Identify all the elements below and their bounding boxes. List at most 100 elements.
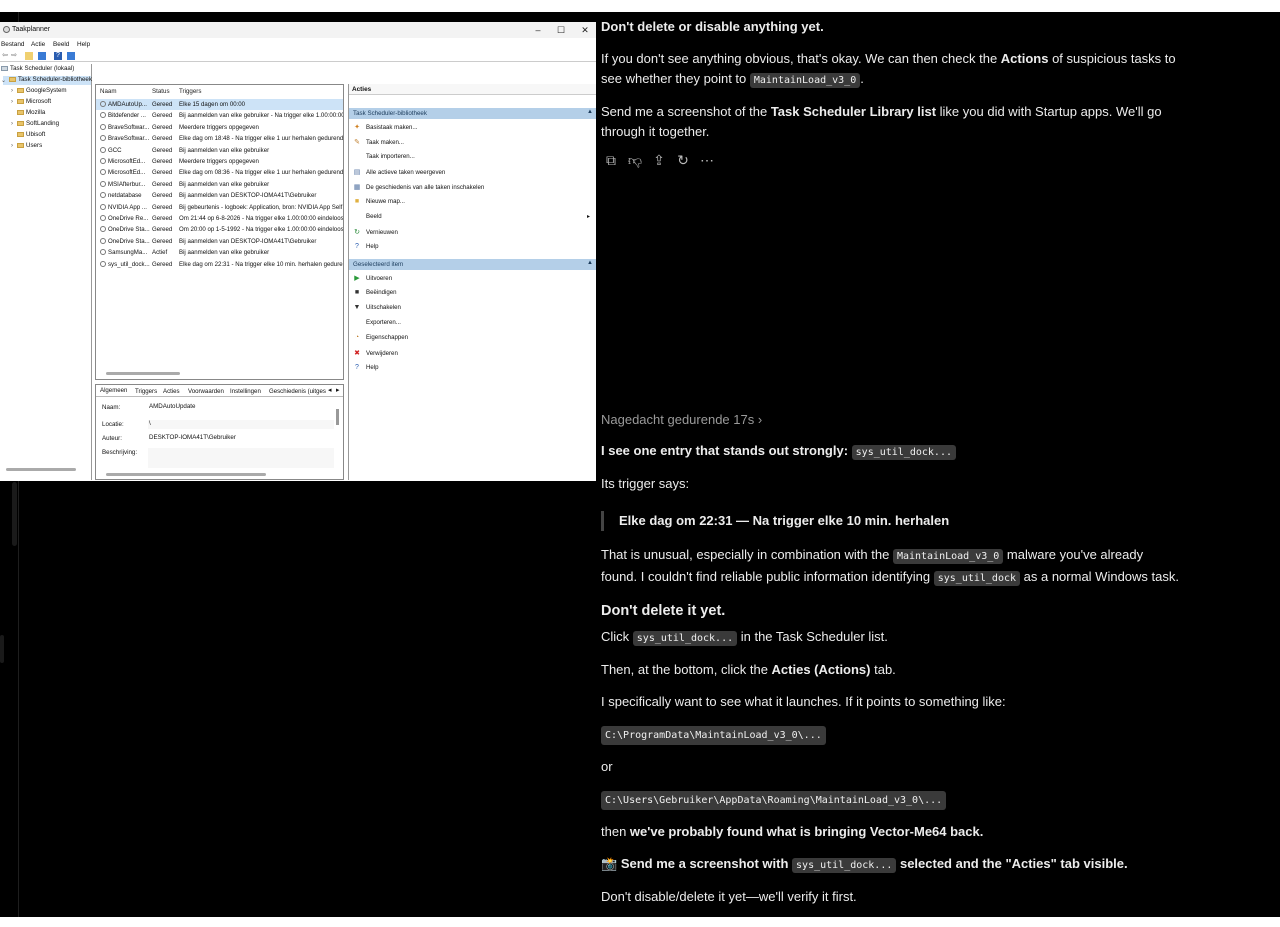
table-row[interactable]: SamsungMa... Actief Bij aanmelden van elke… [96,247,343,258]
collapse-icon[interactable]: ▲ [587,260,593,266]
tab-instellingen[interactable]: Instellingen [230,388,261,395]
section-selected-item[interactable]: Geselecteerd item ▲ [349,259,596,270]
tree-library[interactable]: ⌄ Task Scheduler-bibliotheek [1,76,92,85]
menu-bestand[interactable]: Bestand [1,41,24,48]
task-status: Gereed [152,112,173,120]
blockquote: Elke dag om 22:31 — Na trigger elke 10 m… [601,511,1181,531]
minimize-button[interactable]: – [527,24,549,36]
thought-summary[interactable]: Nagedacht gedurende 17s › [601,410,762,430]
column-header-name[interactable]: Naam [100,88,117,95]
close-button[interactable]: ✕ [574,24,596,36]
table-row[interactable]: MSIAfterbur... Gereed Bij aanmelden van el… [96,179,343,190]
task-name: AMDAutoUp... [108,101,147,108]
title-bar[interactable]: Taakplanner – ☐ ✕ [0,22,596,38]
chevron-right-icon[interactable]: › [11,143,13,149]
action-item[interactable]: ↻ Vernieuwen [353,228,398,239]
tab-voorwaarden[interactable]: Voorwaarden [188,388,224,395]
chevron-right-icon[interactable]: › [11,88,13,94]
collapse-icon[interactable]: ▲ [587,109,593,115]
detail-tabs: Algemeen Triggers Acties Voorwaarden Ins… [96,385,343,398]
tab-scroll-right-icon[interactable]: ▸ [336,386,340,394]
table-row[interactable]: BraveSoftwar... Gereed Elke dag om 18:48 -… [96,133,343,144]
table-row[interactable]: AMDAutoUp... Gereed Elke 15 dagen om 00:00 [96,99,343,110]
side-handle[interactable] [0,635,4,663]
properties-icon[interactable] [67,52,75,60]
action-item[interactable]: ✦ Basistaak maken... [353,123,417,134]
copy-icon[interactable]: ⧉ [603,152,619,168]
section-library[interactable]: Task Scheduler-bibliotheek ▲ [349,108,596,119]
table-row[interactable]: OneDrive Sta... Gereed Bij aanmelden van D… [96,236,343,247]
folder-icon [17,109,24,115]
tree-folder-ubisoft[interactable]: Ubisoft [11,131,45,140]
task-name: netdatabase [108,192,142,200]
maximize-button[interactable]: ☐ [550,24,572,36]
action-item[interactable]: ? Help [353,364,379,375]
tree-folder-softlanding[interactable]: › SoftLanding [11,120,59,129]
tree-folder-googlesystem[interactable]: › GoogleSystem [11,87,67,96]
console-icon[interactable] [38,52,46,60]
folder-up-icon[interactable] [25,52,33,60]
tab-scroll-left-icon[interactable]: ◂ [328,386,332,394]
field-value-auteur[interactable]: DESKTOP-IOMA41T\Gebruiker [148,434,334,443]
task-name: sys_util_dock... [108,260,150,268]
table-row[interactable]: NVIDIA App ... Gereed Bij gebeurtenis - lo… [96,202,343,213]
list-horizontal-scrollbar[interactable] [106,372,180,375]
table-row[interactable]: netdatabase Gereed Bij aanmelden van DESKT… [96,190,343,201]
share-icon[interactable]: ⇪ [651,152,667,168]
task-icon [100,215,106,221]
back-icon[interactable]: ⇦ [1,52,9,60]
help-icon[interactable]: ? [54,52,62,60]
table-row[interactable]: BraveSoftwar... Gereed Meerdere triggers o… [96,122,343,133]
action-item[interactable]: ■ Beëindigen [353,289,397,300]
action-item[interactable]: ▤ Alle actieve taken weergeven [353,168,446,179]
field-value-locatie[interactable]: \ [148,420,334,429]
chevron-right-icon[interactable]: › [11,99,13,105]
column-header-triggers[interactable]: Triggers [179,88,201,95]
chevron-right-icon[interactable]: › [11,121,13,127]
table-row[interactable]: MicrosoftEd... Gereed Meerdere triggers op… [96,156,343,167]
thumbs-down-icon[interactable]: 👎︎ [627,152,643,168]
field-value-beschrijving[interactable] [148,448,334,468]
regenerate-icon[interactable]: ↻ [675,152,691,168]
table-row[interactable]: Bitdefender ... Gereed Bij aanmelden van e… [96,110,343,121]
action-item[interactable]: ✖ Verwijderen [353,349,398,360]
scrollbar-thumb[interactable] [12,482,17,546]
actions-header: Acties [349,84,596,95]
menu-beeld[interactable]: Beeld [53,41,69,48]
tab-algemeen[interactable]: Algemeen [100,387,128,398]
action-item[interactable]: ✎ Taak maken... [353,138,404,149]
column-header-status[interactable]: Status [152,88,170,95]
tab-geschiedenis[interactable]: Geschiedenis (uitges [269,388,326,395]
action-item[interactable]: ▶ Uitvoeren [353,274,392,285]
task-name: MicrosoftEd... [108,158,146,165]
action-item[interactable]: ? Help [353,243,379,254]
action-item[interactable]: ◔ Eigenschappen [353,334,408,345]
field-value-naam[interactable]: AMDAutoUpdate [148,403,334,412]
action-item[interactable]: Beeld ▸ [353,213,590,224]
tree-folder-users[interactable]: › Users [11,142,42,151]
tree-folder-microsoft[interactable]: › Microsoft [11,98,51,107]
action-item[interactable]: ▦ De geschiedenis van alle taken inschake… [353,183,485,194]
table-row[interactable]: MicrosoftEd... Gereed Elke dag om 08:36 - … [96,167,343,178]
action-item[interactable]: Exporteren... [353,319,401,330]
tree-root[interactable]: Task Scheduler (lokaal) [1,65,74,74]
menu-help[interactable]: Help [77,41,90,48]
menu-actie[interactable]: Actie [31,41,45,48]
action-item[interactable]: ▼ Uitschakelen [353,304,401,315]
table-row[interactable]: OneDrive Re... Gereed Om 21:44 op 6-8-2026… [96,213,343,224]
table-row[interactable]: GCC Gereed Bij aanmelden van elke gebruike… [96,145,343,156]
tree-horizontal-scrollbar[interactable] [6,468,76,471]
action-item[interactable]: Taak importeren... [353,153,415,164]
tab-triggers[interactable]: Triggers [135,388,157,395]
tree-folder-mozilla[interactable]: Mozilla [11,109,45,118]
chevron-down-icon[interactable]: ⌄ [1,77,6,84]
forward-icon[interactable]: ⇨ [10,52,18,60]
action-label: Basistaak maken... [366,124,418,131]
detail-vertical-scrollbar[interactable] [336,409,339,425]
table-row[interactable]: OneDrive Sta... Gereed Om 20:00 op 1-5-199… [96,224,343,235]
more-icon[interactable]: ⋯ [699,152,715,168]
action-item[interactable]: ■ Nieuwe map... [353,198,405,209]
detail-horizontal-scrollbar[interactable] [106,473,266,476]
table-row[interactable]: sys_util_dock... Gereed Elke dag om 22:31 … [96,259,343,270]
tab-acties[interactable]: Acties [163,388,180,395]
